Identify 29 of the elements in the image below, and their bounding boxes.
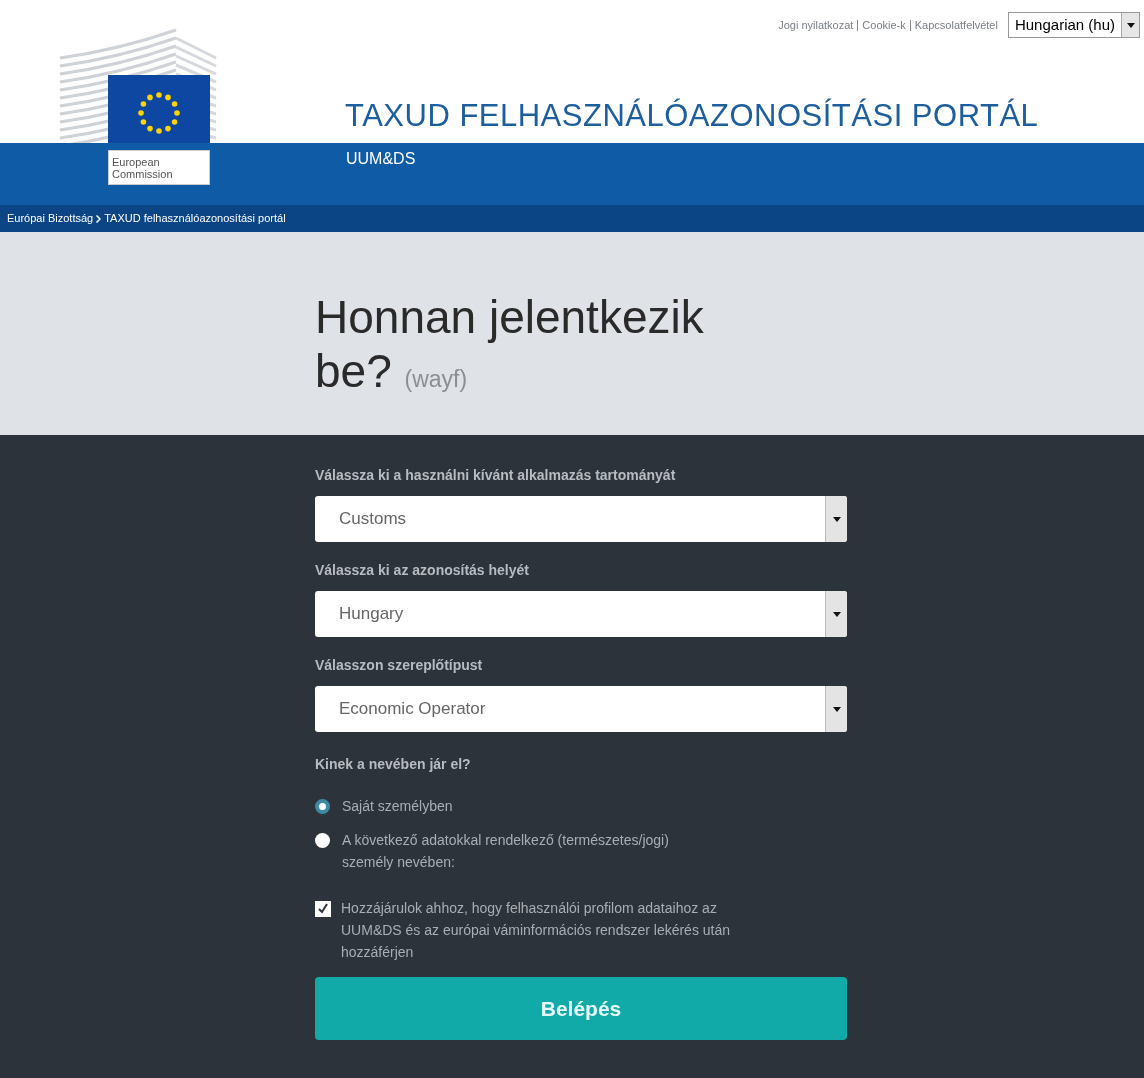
page-heading: Honnan jelentkezik be? (wayf) [315, 290, 705, 399]
chevron-icon [96, 214, 102, 223]
caret-icon [1126, 22, 1135, 28]
language-select[interactable]: Hungarian (hu) [1007, 12, 1140, 38]
radio-button[interactable] [315, 799, 330, 814]
breadcrumb-link[interactable]: TAXUD felhasználóazonosítási portál [104, 210, 286, 227]
radio-label: Saját személyben [342, 797, 454, 816]
radio-button[interactable] [315, 833, 330, 848]
portal-subtitle: UUM&DS [346, 149, 416, 169]
consent-label: Hozzájárulok ahhoz, hogy felhasználói profilom adataihoz az UUM&DS és az európai váminformációs rendszer lekérés után hozzáférjen [341, 899, 732, 962]
caret-icon [832, 706, 841, 712]
dropdown-select[interactable]: Customs [315, 496, 847, 542]
field-label: Válasszon szereplőtípust [315, 656, 484, 675]
dropdown-select[interactable]: Hungary [315, 591, 847, 637]
footer-link[interactable]: Cookie-k [862, 16, 906, 34]
breadcrumb-link[interactable]: Európai Bizottság [7, 210, 94, 227]
caret-icon [832, 611, 841, 617]
caret-icon [832, 516, 841, 522]
field-label: Válassza ki a használni kívánt alkalmazás tartományát [315, 466, 677, 485]
footer-link[interactable]: Kapcsolatfelvétel [914, 16, 998, 34]
field-label: Válassza ki az azonosítás helyét [315, 561, 530, 580]
radio-label: A következő adatokkal rendelkező (természetes/jogi) személy nevében: [342, 831, 670, 872]
question-label: Kinek a nevében jár el? [315, 755, 472, 774]
logo-caption: European Commission [108, 150, 210, 185]
portal-title: TAXUD FELHASZNÁLÓAZONOSÍTÁSI PORTÁL [345, 96, 1039, 135]
checkmark-icon [317, 903, 329, 915]
checkbox[interactable] [315, 901, 331, 917]
dropdown-select[interactable]: Economic Operator [315, 686, 847, 732]
footer-link[interactable]: Jogi nyilatkozat [778, 16, 854, 34]
